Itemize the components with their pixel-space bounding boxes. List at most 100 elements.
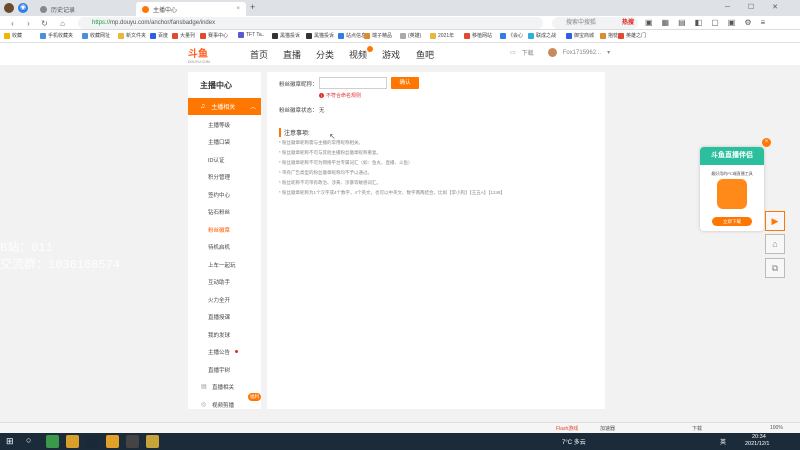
badge-name-input[interactable] xyxy=(319,77,387,89)
sidebar: 主播中心 ♫ 主播相关 ︿ 主播等级 主播口袋 ID认证 积分管理 签约中心 钻… xyxy=(188,72,261,409)
bookmark-item[interactable]: 2021年 xyxy=(430,32,454,39)
play-icon[interactable]: ▶ xyxy=(765,211,785,231)
app-icon[interactable] xyxy=(126,435,139,448)
bookmark-item[interactable]: 收藏 xyxy=(4,32,22,39)
nav-games[interactable]: 游戏 xyxy=(382,48,400,61)
user-avatar[interactable] xyxy=(547,48,557,57)
tab-history[interactable]: 历史记录 xyxy=(34,2,134,16)
avatar[interactable] xyxy=(4,3,14,13)
sidebar-item-anchor-related[interactable]: ♫ 主播相关 ︿ xyxy=(188,98,261,115)
star-icon xyxy=(4,32,10,39)
bookmark-item[interactable]: 《会心 xyxy=(500,32,523,39)
logo-sub: DOUYU.COM xyxy=(188,60,210,64)
sidebar-item[interactable]: 钻石粉丝 xyxy=(208,208,230,216)
screenshot-icon[interactable]: ⧉ xyxy=(765,258,785,278)
clock-time[interactable]: 20:34 xyxy=(752,434,766,440)
douyu-icon xyxy=(142,5,149,13)
bookmark-item[interactable]: 抱枕 xyxy=(600,32,618,39)
site-icon xyxy=(200,32,206,39)
user-name[interactable]: Fox1715962... xyxy=(563,50,601,56)
sidebar-item[interactable]: 我的发球 xyxy=(208,331,230,339)
window-controls[interactable]: ─ ☐ ✕ xyxy=(725,3,786,11)
float-ad[interactable]: 斗鱼直播伴侣 最好用的PC端直播工具 立即下载 xyxy=(700,147,764,231)
sidebar-item[interactable]: 火力全开 xyxy=(208,296,230,304)
hot-search-label[interactable]: 热搜 xyxy=(622,17,634,29)
steam-icon[interactable] xyxy=(86,435,99,448)
close-icon[interactable]: × xyxy=(236,6,240,12)
bookmark-item[interactable]: 御宝商城 xyxy=(566,32,594,39)
explorer-icon[interactable] xyxy=(66,435,79,448)
bookmark-item[interactable]: 黑猫投诉 xyxy=(272,32,300,39)
bookmark-item[interactable]: 英雄之门 xyxy=(618,32,646,39)
bookmark-item[interactable]: 大量列 xyxy=(172,32,195,39)
home-icon[interactable]: ⌂ xyxy=(58,19,67,28)
main-panel: 粉丝徽章昵称： 确认 ! 不符合命名规则 粉丝徽章状态： 无 注意事项: * 粉… xyxy=(267,72,605,409)
windows-start-icon[interactable]: ⊞ xyxy=(6,436,14,447)
bookmark-item[interactable]: 赛事中心 xyxy=(200,32,228,39)
bookmark-item[interactable]: 手机收藏夹 xyxy=(40,32,73,39)
confirm-button[interactable]: 确认 xyxy=(391,77,419,89)
nav-home[interactable]: 首页 xyxy=(250,48,268,61)
tab-anchor-center[interactable]: 主播中心 × xyxy=(136,2,246,16)
sidebar-item[interactable]: 互动助手 xyxy=(208,278,230,286)
flash-link[interactable]: Flash游戏 xyxy=(556,425,578,432)
bookmark-item[interactable]: 移植网站 xyxy=(464,32,492,39)
sidebar-item[interactable]: 直播宇树 xyxy=(208,366,230,374)
nav-fishbar[interactable]: 鱼吧 xyxy=(416,48,434,61)
toolbar-icons[interactable]: ▣▦▤◧▢▣⚙≡ xyxy=(645,18,774,27)
download-status[interactable]: 下载 xyxy=(692,425,702,432)
back-icon[interactable]: ‹ xyxy=(8,19,17,28)
new-tab-button[interactable]: + xyxy=(250,2,255,12)
bookmark-item[interactable]: 联成之战 xyxy=(528,32,556,39)
search-icon[interactable]: ○ xyxy=(26,435,39,448)
forward-icon[interactable]: › xyxy=(24,19,33,28)
address-bar[interactable]: https://mp.douyu.com/anchor/fansbadge/in… xyxy=(78,17,543,29)
bookmark-item[interactable]: 百度 xyxy=(150,32,168,39)
sidebar-item[interactable]: 主播口袋 xyxy=(208,138,230,146)
bookmark-item[interactable]: 黑猫投诉 xyxy=(306,32,334,39)
mouse-cursor-icon: ↖ xyxy=(329,132,336,141)
nav-live[interactable]: 直播 xyxy=(283,48,301,61)
bookmark-item[interactable]: 站点信息 xyxy=(338,32,366,39)
nav-video[interactable]: 视频 xyxy=(349,48,367,61)
search-input[interactable]: 搜索中搜狐 热搜 xyxy=(552,17,638,29)
sidebar-item[interactable]: 直播授课 xyxy=(208,313,230,321)
sidebar-item[interactable]: 上车一起玩 xyxy=(208,261,236,269)
sidebar-item[interactable]: 待机启机 xyxy=(208,243,230,251)
sidebar-item[interactable]: 主播等级 xyxy=(208,121,230,129)
error-text: 不符合命名规则 xyxy=(326,93,362,99)
logo-text: 斗鱼 xyxy=(188,49,208,60)
zoom-level[interactable]: 100% xyxy=(770,425,783,431)
bookmark-item[interactable]: 端子精品 xyxy=(364,32,392,39)
sidebar-item[interactable]: 签约中心 xyxy=(208,191,230,199)
sidebar-item-group[interactable]: 直播相关 xyxy=(212,383,234,391)
ime-lang[interactable]: 英 xyxy=(720,437,726,446)
download-link[interactable]: 下载 xyxy=(522,48,534,57)
browser-logo-icon[interactable]: ◉ xyxy=(18,3,28,13)
sidebar-item-group[interactable]: 视频剪播 xyxy=(212,401,234,409)
sidebar-item[interactable]: 主播公告 xyxy=(208,348,230,356)
bookmark-item[interactable]: (英雄) xyxy=(400,32,421,39)
sidebar-item-fans-badge[interactable]: 粉丝徽章 xyxy=(208,226,230,234)
bookmark-item[interactable]: TFT Ta.. xyxy=(238,32,264,38)
clock-date[interactable]: 2021/12/1 xyxy=(745,441,769,447)
notice-title: 注意事项: xyxy=(279,128,310,137)
sidebar-item[interactable]: ID认证 xyxy=(208,156,225,164)
app-icon[interactable] xyxy=(146,435,159,448)
browser-app-icon[interactable] xyxy=(46,435,59,448)
watermark-line: B站：011 xyxy=(0,241,53,255)
app-icon[interactable] xyxy=(106,435,119,448)
accelerator-link[interactable]: 加速器 xyxy=(600,425,615,432)
ad-close-button[interactable]: × xyxy=(762,138,771,147)
bookmark-item[interactable]: 收藏网址 xyxy=(82,32,110,39)
home-float-icon[interactable]: ⌂ xyxy=(765,234,785,254)
chevron-down-icon[interactable]: ▾ xyxy=(607,49,610,56)
nav-category[interactable]: 分类 xyxy=(316,48,334,61)
douyu-logo[interactable]: 斗鱼 DOUYU.COM xyxy=(188,45,226,64)
weather[interactable]: 7°C 多云 xyxy=(562,437,586,446)
download-icon[interactable]: ▭ xyxy=(510,49,516,56)
refresh-icon[interactable]: ↻ xyxy=(40,19,49,28)
sidebar-item[interactable]: 积分管理 xyxy=(208,173,230,181)
ad-download-button[interactable]: 立即下载 xyxy=(712,217,752,226)
bookmark-item[interactable]: 新文件夹 xyxy=(118,32,146,39)
